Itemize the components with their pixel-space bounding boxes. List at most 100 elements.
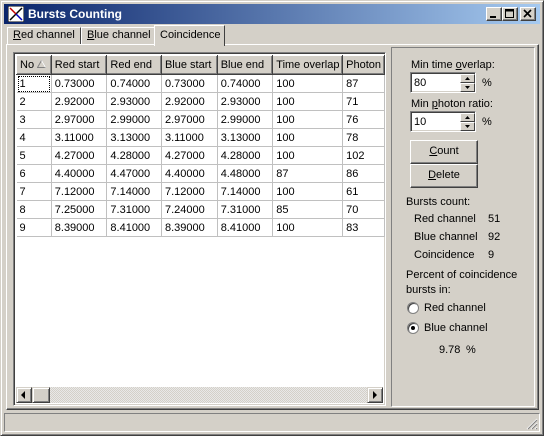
table-cell[interactable]: 7.31000	[106, 200, 162, 219]
radio-blue-channel[interactable]	[407, 322, 419, 334]
min-ratio-input[interactable]	[413, 114, 458, 129]
table-cell[interactable]: 100	[272, 110, 344, 129]
table-cell[interactable]: 4	[16, 128, 52, 147]
min-ratio-up-button[interactable]	[460, 113, 475, 122]
table-cell[interactable]: 87	[342, 74, 385, 93]
table-cell[interactable]: 7.25000	[51, 200, 108, 219]
scroll-left-button[interactable]	[16, 387, 32, 403]
close-button[interactable]	[520, 7, 536, 21]
maximize-button[interactable]	[502, 7, 518, 21]
radio-blue-channel-label[interactable]: Blue channel	[424, 321, 488, 335]
table-row[interactable]: 9 8.39000 8.41000 8.39000 8.41000 100 83	[16, 218, 385, 237]
table-row[interactable]: 3 2.97000 2.99000 2.97000 2.99000 100 76	[16, 110, 385, 129]
table-cell[interactable]: 100	[272, 182, 344, 201]
table-cell[interactable]: 83	[342, 218, 385, 237]
table-cell[interactable]: 2.92000	[161, 92, 218, 111]
table-cell[interactable]: 8.39000	[51, 218, 108, 237]
table-row[interactable]: 6 4.40000 4.47000 4.40000 4.48000 87 86	[16, 164, 385, 183]
table-cell[interactable]: 87	[272, 164, 344, 183]
table-cell[interactable]: 4.27000	[161, 146, 218, 165]
table-cell[interactable]: 7.24000	[161, 200, 218, 219]
table-cell[interactable]: 7	[16, 182, 52, 201]
table-cell[interactable]: 8.41000	[217, 218, 274, 237]
table-cell[interactable]: 7.12000	[51, 182, 108, 201]
table-cell[interactable]: 2.93000	[106, 92, 162, 111]
table-cell[interactable]: 6	[16, 164, 52, 183]
radio-red-channel[interactable]	[407, 302, 419, 314]
table-cell[interactable]: 4.27000	[51, 146, 108, 165]
table-cell[interactable]: 102	[342, 146, 385, 165]
table-cell[interactable]: 0.74000	[106, 74, 162, 93]
table-cell[interactable]: 100	[272, 128, 344, 147]
resize-grip-icon[interactable]	[526, 418, 538, 430]
table-cell[interactable]: 61	[342, 182, 385, 201]
table-cell[interactable]: 2.99000	[106, 110, 162, 129]
delete-button[interactable]: Delete	[410, 164, 478, 188]
col-header-blue-end[interactable]: Blue end	[216, 55, 274, 75]
table-cell[interactable]: 100	[272, 218, 344, 237]
table-cell[interactable]: 7.12000	[161, 182, 218, 201]
col-header-photon[interactable]: Photon	[342, 55, 385, 75]
table-cell[interactable]: 4.47000	[106, 164, 162, 183]
table-cell[interactable]: 3	[16, 110, 52, 129]
table-cell[interactable]: 0.73000	[51, 74, 108, 93]
table-cell[interactable]: 100	[272, 92, 344, 111]
table-cell[interactable]: 2.92000	[51, 92, 108, 111]
table-cell[interactable]: 76	[342, 110, 385, 129]
table-cell[interactable]: 4.28000	[217, 146, 274, 165]
table-row[interactable]: 5 4.27000 4.28000 4.27000 4.28000 100 102	[16, 146, 385, 165]
table-cell[interactable]: 9	[16, 218, 52, 237]
table-cell[interactable]: 8	[16, 200, 52, 219]
col-header-time-overlap[interactable]: Time overlap	[272, 55, 344, 75]
table-cell[interactable]: 4.40000	[51, 164, 108, 183]
table-cell[interactable]: 2.93000	[217, 92, 274, 111]
table-row[interactable]: 7 7.12000 7.14000 7.12000 7.14000 100 61	[16, 182, 385, 201]
table-cell[interactable]: 7.14000	[217, 182, 274, 201]
table-cell[interactable]: 8.39000	[161, 218, 218, 237]
table-cell[interactable]: 7.31000	[217, 200, 274, 219]
min-ratio-down-button[interactable]	[460, 122, 475, 131]
table-cell[interactable]: 78	[342, 128, 385, 147]
table-row[interactable]: 4 3.11000 3.13000 3.11000 3.13000 100 78	[16, 128, 385, 147]
min-overlap-up-button[interactable]	[460, 74, 475, 83]
table-cell[interactable]: 2.97000	[161, 110, 218, 129]
table-cell[interactable]: 2.97000	[51, 110, 108, 129]
table-cell[interactable]: 0.74000	[217, 74, 274, 93]
title-bar[interactable]: Bursts Counting	[4, 4, 540, 24]
table-cell[interactable]: 70	[342, 200, 385, 219]
scroll-thumb[interactable]	[32, 387, 50, 403]
min-overlap-input[interactable]	[413, 75, 458, 90]
table-cell[interactable]: 100	[272, 74, 344, 93]
table-cell[interactable]: 4.40000	[161, 164, 218, 183]
tab-coincidence[interactable]: Coincidence	[154, 25, 225, 46]
col-header-red-start[interactable]: Red start	[50, 55, 108, 75]
table-cell[interactable]: 8.41000	[106, 218, 162, 237]
table-cell[interactable]: 71	[342, 92, 385, 111]
bursts-grid[interactable]: No Red start Red end Blue start Blue end…	[13, 52, 386, 406]
horizontal-scrollbar[interactable]	[16, 387, 383, 403]
minimize-button[interactable]	[486, 7, 502, 21]
table-cell[interactable]: 4.48000	[217, 164, 274, 183]
col-header-blue-start[interactable]: Blue start	[160, 55, 218, 75]
table-cell[interactable]: 1	[16, 74, 52, 93]
radio-red-channel-label[interactable]: Red channel	[424, 301, 486, 315]
min-overlap-down-button[interactable]	[460, 83, 475, 92]
table-cell[interactable]: 3.11000	[161, 128, 218, 147]
col-header-no[interactable]: No	[16, 55, 52, 75]
table-row[interactable]: 8 7.25000 7.31000 7.24000 7.31000 85 70	[16, 200, 385, 219]
table-cell[interactable]: 0.73000	[161, 74, 218, 93]
table-row[interactable]: 1 0.73000 0.74000 0.73000 0.74000 100 87	[16, 74, 385, 93]
table-cell[interactable]: 85	[272, 200, 344, 219]
tab-red-channel[interactable]: Red channel	[7, 27, 81, 45]
table-cell[interactable]: 4.28000	[106, 146, 162, 165]
col-header-red-end[interactable]: Red end	[106, 55, 162, 75]
table-row[interactable]: 2 2.92000 2.93000 2.92000 2.93000 100 71	[16, 92, 385, 111]
count-button[interactable]: Count	[410, 140, 478, 164]
table-cell[interactable]: 3.13000	[106, 128, 162, 147]
table-cell[interactable]: 100	[272, 146, 344, 165]
table-cell[interactable]: 3.13000	[217, 128, 274, 147]
scroll-right-button[interactable]	[367, 387, 383, 403]
table-cell[interactable]: 5	[16, 146, 52, 165]
table-cell[interactable]: 86	[342, 164, 385, 183]
table-cell[interactable]: 3.11000	[51, 128, 108, 147]
